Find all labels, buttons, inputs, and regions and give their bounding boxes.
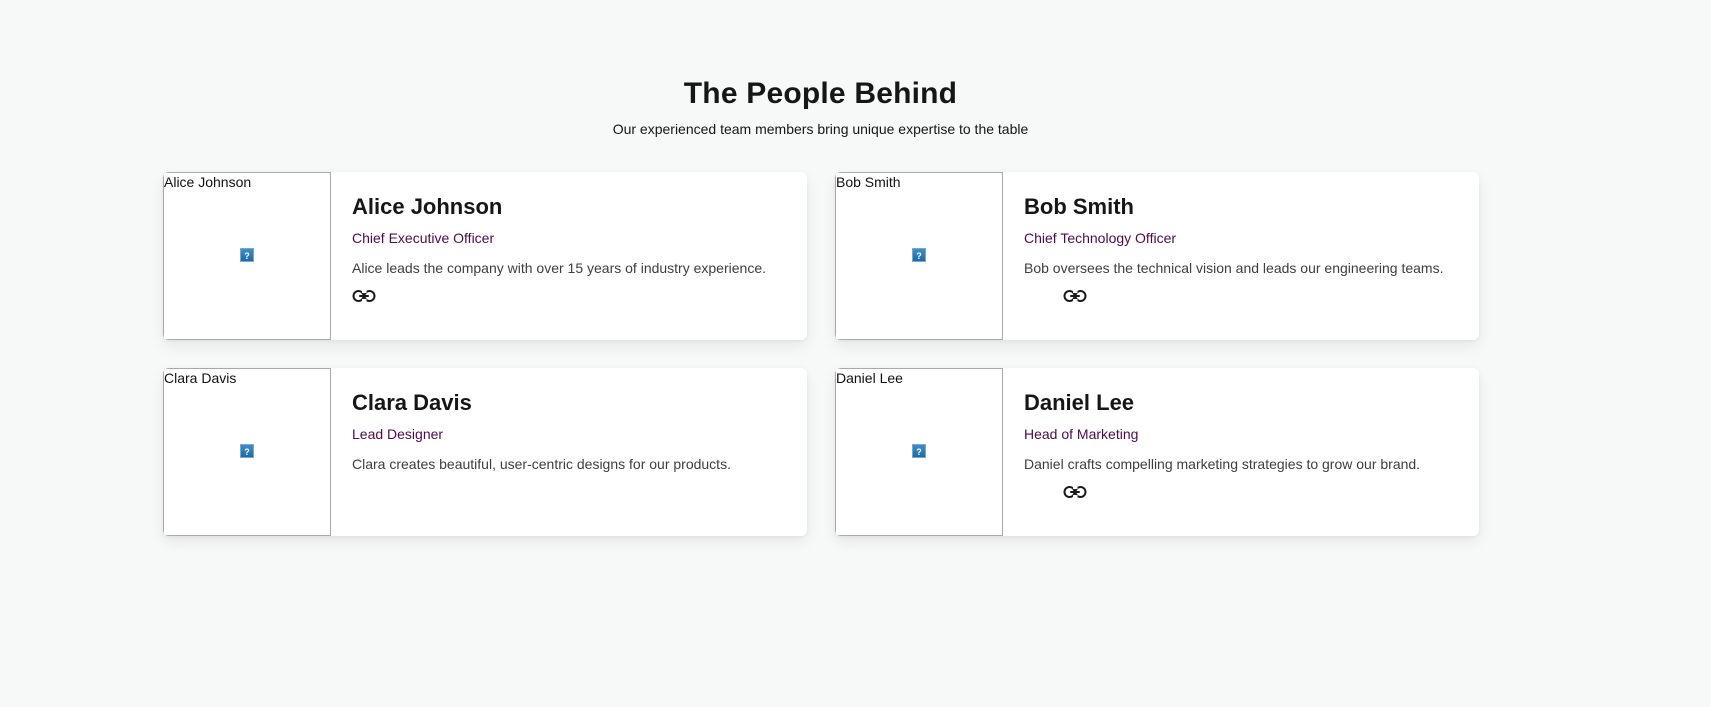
member-bio: Bob oversees the technical vision and le… (1024, 260, 1444, 276)
member-name: Alice Johnson (352, 194, 503, 219)
member-photo: Daniel Lee ? (835, 368, 1003, 536)
member-info: Alice Johnson Chief Executive Officer Al… (331, 172, 807, 340)
member-role: Chief Technology Officer (1024, 230, 1177, 246)
team-grid: Alice Johnson ? Alice Johnson Chief Exec… (163, 172, 1479, 536)
team-card-bob-smith: Bob Smith ? Bob Smith Chief Technology O… (835, 172, 1479, 340)
page-title: The People Behind (683, 77, 958, 110)
member-name: Bob Smith (1024, 194, 1134, 219)
member-bio: Alice leads the company with over 15 yea… (352, 260, 766, 276)
photo-alt-text: Clara Davis (164, 370, 237, 386)
broken-image-icon: ? (240, 444, 254, 458)
member-role: Head of Marketing (1024, 426, 1139, 442)
member-photo: Bob Smith ? (835, 172, 1003, 340)
photo-alt-text: Daniel Lee (836, 370, 903, 386)
member-bio: Clara creates beautiful, user-centric de… (352, 456, 731, 472)
member-info: Clara Davis Lead Designer Clara creates … (331, 368, 807, 536)
member-photo: Alice Johnson ? (163, 172, 331, 340)
link-icon[interactable] (1063, 484, 1087, 500)
member-name: Clara Davis (352, 390, 472, 415)
broken-image-icon: ? (912, 444, 926, 458)
broken-image-icon: ? (912, 248, 926, 262)
section-header: The People Behind Our experienced team m… (0, 74, 1641, 138)
member-info: Bob Smith Chief Technology Officer Bob o… (1003, 172, 1479, 340)
link-icon[interactable] (1063, 288, 1087, 304)
member-photo: Clara Davis ? (163, 368, 331, 536)
member-bio: Daniel crafts compelling marketing strat… (1024, 456, 1421, 472)
team-card-daniel-lee: Daniel Lee ? Daniel Lee Head of Marketin… (835, 368, 1479, 536)
team-card-clara-davis: Clara Davis ? Clara Davis Lead Designer … (163, 368, 807, 536)
member-role: Chief Executive Officer (352, 230, 495, 246)
member-info: Daniel Lee Head of Marketing Daniel craf… (1003, 368, 1479, 536)
link-icon[interactable] (352, 288, 376, 304)
photo-alt-text: Bob Smith (836, 174, 901, 190)
photo-alt-text: Alice Johnson (164, 174, 252, 190)
broken-image-icon: ? (240, 248, 254, 262)
member-name: Daniel Lee (1024, 390, 1135, 415)
team-card-alice-johnson: Alice Johnson ? Alice Johnson Chief Exec… (163, 172, 807, 340)
page-subtitle: Our experienced team members bring uniqu… (612, 121, 1029, 137)
member-role: Lead Designer (352, 426, 444, 442)
